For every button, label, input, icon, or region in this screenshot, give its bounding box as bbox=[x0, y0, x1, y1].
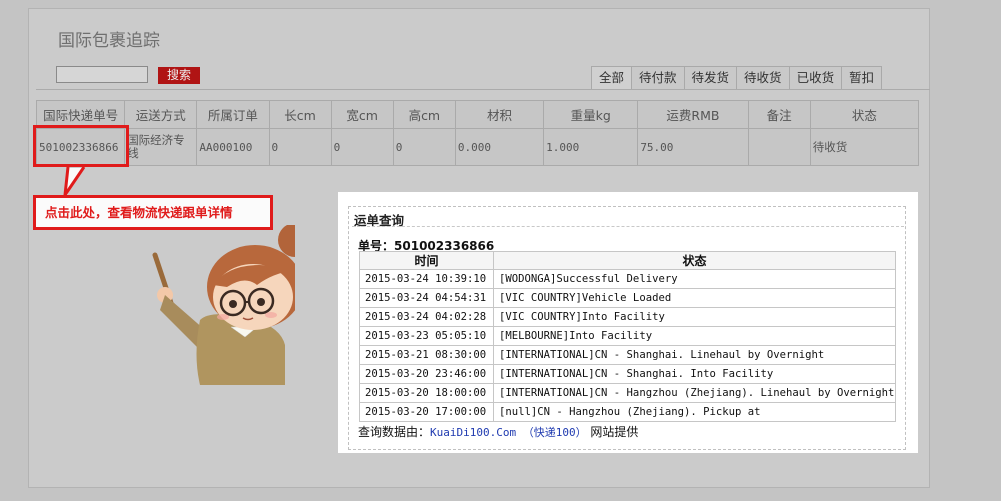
tab-pending-shipment[interactable]: 待发货 bbox=[683, 66, 738, 89]
search-input[interactable] bbox=[56, 66, 148, 83]
footer-prefix: 查询数据由： bbox=[358, 425, 431, 439]
col-note: 备注 bbox=[747, 100, 811, 129]
col-height: 高cm bbox=[392, 100, 456, 129]
cell-volume: 0.000 bbox=[454, 128, 545, 166]
tab-on-hold[interactable]: 暂扣 bbox=[841, 66, 883, 89]
tab-received[interactable]: 已收货 bbox=[788, 66, 843, 89]
tab-divider bbox=[36, 89, 930, 90]
col-fee: 运费RMB bbox=[637, 100, 749, 129]
highlight-box bbox=[33, 125, 129, 167]
cell-method: 国际经济专线 bbox=[124, 128, 198, 166]
cell-fee: 75.00 bbox=[637, 128, 749, 166]
event-status: [VIC COUNTRY]Vehicle Loaded bbox=[493, 288, 896, 308]
event-status: [INTERNATIONAL]CN - Shanghai. Into Facil… bbox=[493, 364, 896, 384]
col-volume: 材积 bbox=[454, 100, 545, 129]
table-row: 2015-03-20 23:46:00 [INTERNATIONAL]CN - S… bbox=[359, 364, 896, 384]
cell-height: 0 bbox=[392, 128, 456, 166]
search-button[interactable]: 搜索 bbox=[158, 67, 200, 84]
col-order: 所属订单 bbox=[196, 100, 270, 129]
table-row: 2015-03-24 10:39:10 [WODONGA]Successful D… bbox=[359, 269, 896, 289]
event-time: 2015-03-24 10:39:10 bbox=[359, 269, 494, 289]
waybill-popup: 运单查询 单号：501002336866 时间 状态 2015-03-24 10… bbox=[338, 192, 918, 453]
callout-pointer bbox=[63, 167, 86, 197]
col-weight: 重量kg bbox=[543, 100, 639, 129]
table-row: 501002336866 国际经济专线 AA000100 0 0 0 0.000… bbox=[35, 128, 920, 166]
popup-divider bbox=[352, 226, 904, 227]
col-status: 状态 bbox=[809, 100, 920, 129]
col-event-status: 状态 bbox=[493, 251, 896, 270]
cell-width: 0 bbox=[330, 128, 394, 166]
table-row: 2015-03-21 08:30:00 [INTERNATIONAL]CN - S… bbox=[359, 345, 896, 365]
col-length: 长cm bbox=[268, 100, 332, 129]
event-status: [WODONGA]Successful Delivery bbox=[493, 269, 896, 289]
event-status: [MELBOURNE]Into Facility bbox=[493, 326, 896, 346]
event-status: [INTERNATIONAL]CN - Shanghai. Linehaul b… bbox=[493, 345, 896, 365]
col-method: 运送方式 bbox=[124, 100, 198, 129]
kuaidi100-link[interactable]: KuaiDi100.Com （快递100） bbox=[430, 426, 587, 439]
page-title: 国际包裹追踪 bbox=[58, 31, 160, 51]
tracking-header-row: 时间 状态 bbox=[359, 251, 896, 270]
cell-weight: 1.000 bbox=[543, 128, 639, 166]
cell-status: 待收货 bbox=[809, 128, 920, 166]
event-time: 2015-03-20 23:46:00 bbox=[359, 364, 494, 384]
event-time: 2015-03-24 04:54:31 bbox=[359, 288, 494, 308]
event-time: 2015-03-23 05:05:10 bbox=[359, 326, 494, 346]
table-row: 2015-03-20 17:00:00 [null]CN - Hangzhou (… bbox=[359, 402, 896, 422]
col-time: 时间 bbox=[359, 251, 494, 270]
table-row: 2015-03-24 04:02:28 [VIC COUNTRY]Into Fac… bbox=[359, 307, 896, 327]
event-status: [INTERNATIONAL]CN - Hangzhou (Zhejiang).… bbox=[493, 383, 896, 403]
data-source-footer: 查询数据由：KuaiDi100.Com （快递100） 网站提供 bbox=[358, 423, 638, 440]
event-status: [VIC COUNTRY]Into Facility bbox=[493, 307, 896, 327]
event-time: 2015-03-20 17:00:00 bbox=[359, 402, 494, 422]
parcel-table: 国际快递单号 运送方式 所属订单 长cm 宽cm 高cm 材积 重量kg 运费R… bbox=[35, 100, 920, 166]
event-status: [null]CN - Hangzhou (Zhejiang). Pickup a… bbox=[493, 402, 896, 422]
table-header-row: 国际快递单号 运送方式 所属订单 长cm 宽cm 高cm 材积 重量kg 运费R… bbox=[35, 100, 920, 129]
cartoon-girl-illustration bbox=[152, 225, 295, 385]
tracking-history-table: 时间 状态 2015-03-24 10:39:10 [WODONGA]Succes… bbox=[359, 251, 896, 422]
table-row: 2015-03-20 18:00:00 [INTERNATIONAL]CN - H… bbox=[359, 383, 896, 403]
table-row: 2015-03-24 04:54:31 [VIC COUNTRY]Vehicle … bbox=[359, 288, 896, 308]
tab-pending-receipt[interactable]: 待收货 bbox=[736, 66, 790, 89]
cell-length: 0 bbox=[268, 128, 332, 166]
table-row: 2015-03-23 05:05:10 [MELBOURNE]Into Facil… bbox=[359, 326, 896, 346]
tab-pending-payment[interactable]: 待付款 bbox=[631, 66, 685, 89]
event-time: 2015-03-20 18:00:00 bbox=[359, 383, 494, 403]
tab-all[interactable]: 全部 bbox=[591, 66, 633, 89]
status-tabs: 全部 待付款 待发货 待收货 已收货 暂扣 bbox=[591, 66, 883, 89]
event-time: 2015-03-24 04:02:28 bbox=[359, 307, 494, 327]
cell-note bbox=[747, 128, 811, 166]
event-time: 2015-03-21 08:30:00 bbox=[359, 345, 494, 365]
footer-suffix: 网站提供 bbox=[586, 425, 639, 439]
col-width: 宽cm bbox=[330, 100, 394, 129]
order-link[interactable]: AA000100 bbox=[196, 128, 270, 166]
